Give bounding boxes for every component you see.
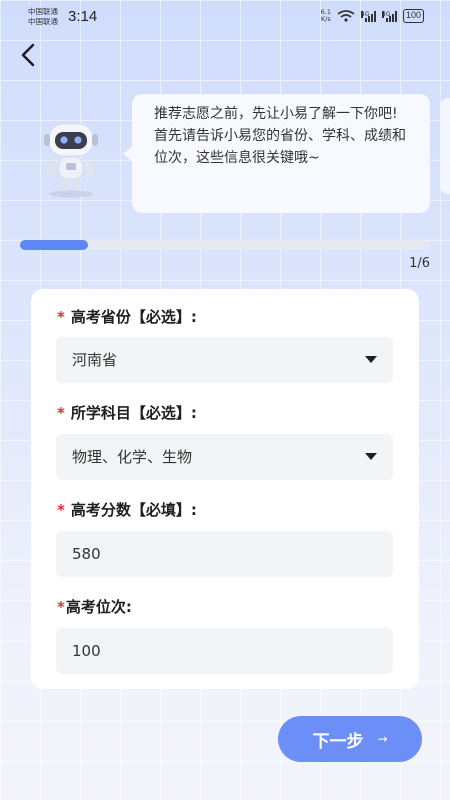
province-label: * 高考省份【必选】: (57, 306, 197, 327)
dropdown-caret-icon (365, 453, 377, 460)
status-bar: 中国联通 中国联通 3:14 6.1 K/s 4G 4G 100 (0, 0, 450, 34)
arrow-right-icon: → (377, 732, 388, 746)
signal-1-label: 4G (360, 10, 370, 18)
robot-icon (44, 123, 98, 198)
assistant-message-bubble: 推荐志愿之前，先让小易了解一下你吧! 首先请告诉小易您的省份、学科、成绩和位次，… (123, 94, 430, 213)
required-mark: * (57, 501, 65, 519)
next-step-button[interactable]: 下一步 → (278, 716, 422, 762)
score-input[interactable]: 580 (56, 531, 393, 577)
assistant-message-line-1: 推荐志愿之前，先让小易了解一下你吧! (154, 106, 398, 122)
carrier-names: 中国联通 中国联通 (28, 7, 58, 27)
dropdown-caret-icon (365, 356, 377, 363)
score-label-text: 高考分数【必填】: (70, 501, 197, 519)
required-mark: * (57, 404, 65, 422)
signal-2-label: 4G (381, 10, 391, 18)
battery-icon: 100 (402, 9, 424, 23)
progress-bar (20, 240, 430, 250)
score-label: * 高考分数【必填】: (57, 499, 197, 520)
network-speed: 6.1 K/s (321, 9, 331, 23)
province-value: 河南省 (72, 351, 118, 369)
rank-label-text: 高考位次: (65, 598, 132, 616)
network-speed-unit: K/s (320, 15, 331, 23)
assistant-message-line-2: 首先请告诉小易您的省份、学科、成绩和位次，这些信息很关键哦~ (154, 128, 406, 166)
wifi-icon (337, 10, 355, 22)
progress-step-text: 1/6 (409, 256, 430, 271)
subjects-select[interactable]: 物理、化学、生物 (56, 434, 393, 480)
province-select[interactable]: 河南省 (56, 337, 393, 383)
rank-label: *高考位次: (57, 596, 132, 617)
subjects-label: * 所学科目【必选】: (57, 402, 197, 423)
clock: 3:14 (68, 8, 98, 25)
next-step-label: 下一步 (312, 731, 364, 752)
signal-icon: 4G (360, 10, 376, 22)
back-arrow-icon[interactable] (16, 42, 42, 68)
score-value: 580 (72, 545, 101, 563)
rank-value: 100 (72, 642, 101, 660)
exam-info-form: * 高考省份【必选】: 河南省 * 所学科目【必选】: 物理、化学、生物 * 高考分数… (31, 289, 419, 689)
subjects-value: 物理、化学、生物 (72, 448, 193, 466)
status-icons: 6.1 K/s 4G 4G 100 (321, 9, 424, 23)
required-mark: * (57, 308, 65, 326)
carrier-1: 中国联通 (28, 7, 58, 16)
carrier-2: 中国联通 (28, 17, 58, 26)
rank-input[interactable]: 100 (56, 628, 393, 674)
required-mark: * (57, 598, 65, 616)
province-label-text: 高考省份【必选】: (70, 308, 197, 326)
progress-fill (20, 240, 89, 250)
subjects-label-text: 所学科目【必选】: (70, 404, 197, 422)
signal-icon-2: 4G (381, 10, 397, 22)
side-card-edge (440, 98, 450, 194)
